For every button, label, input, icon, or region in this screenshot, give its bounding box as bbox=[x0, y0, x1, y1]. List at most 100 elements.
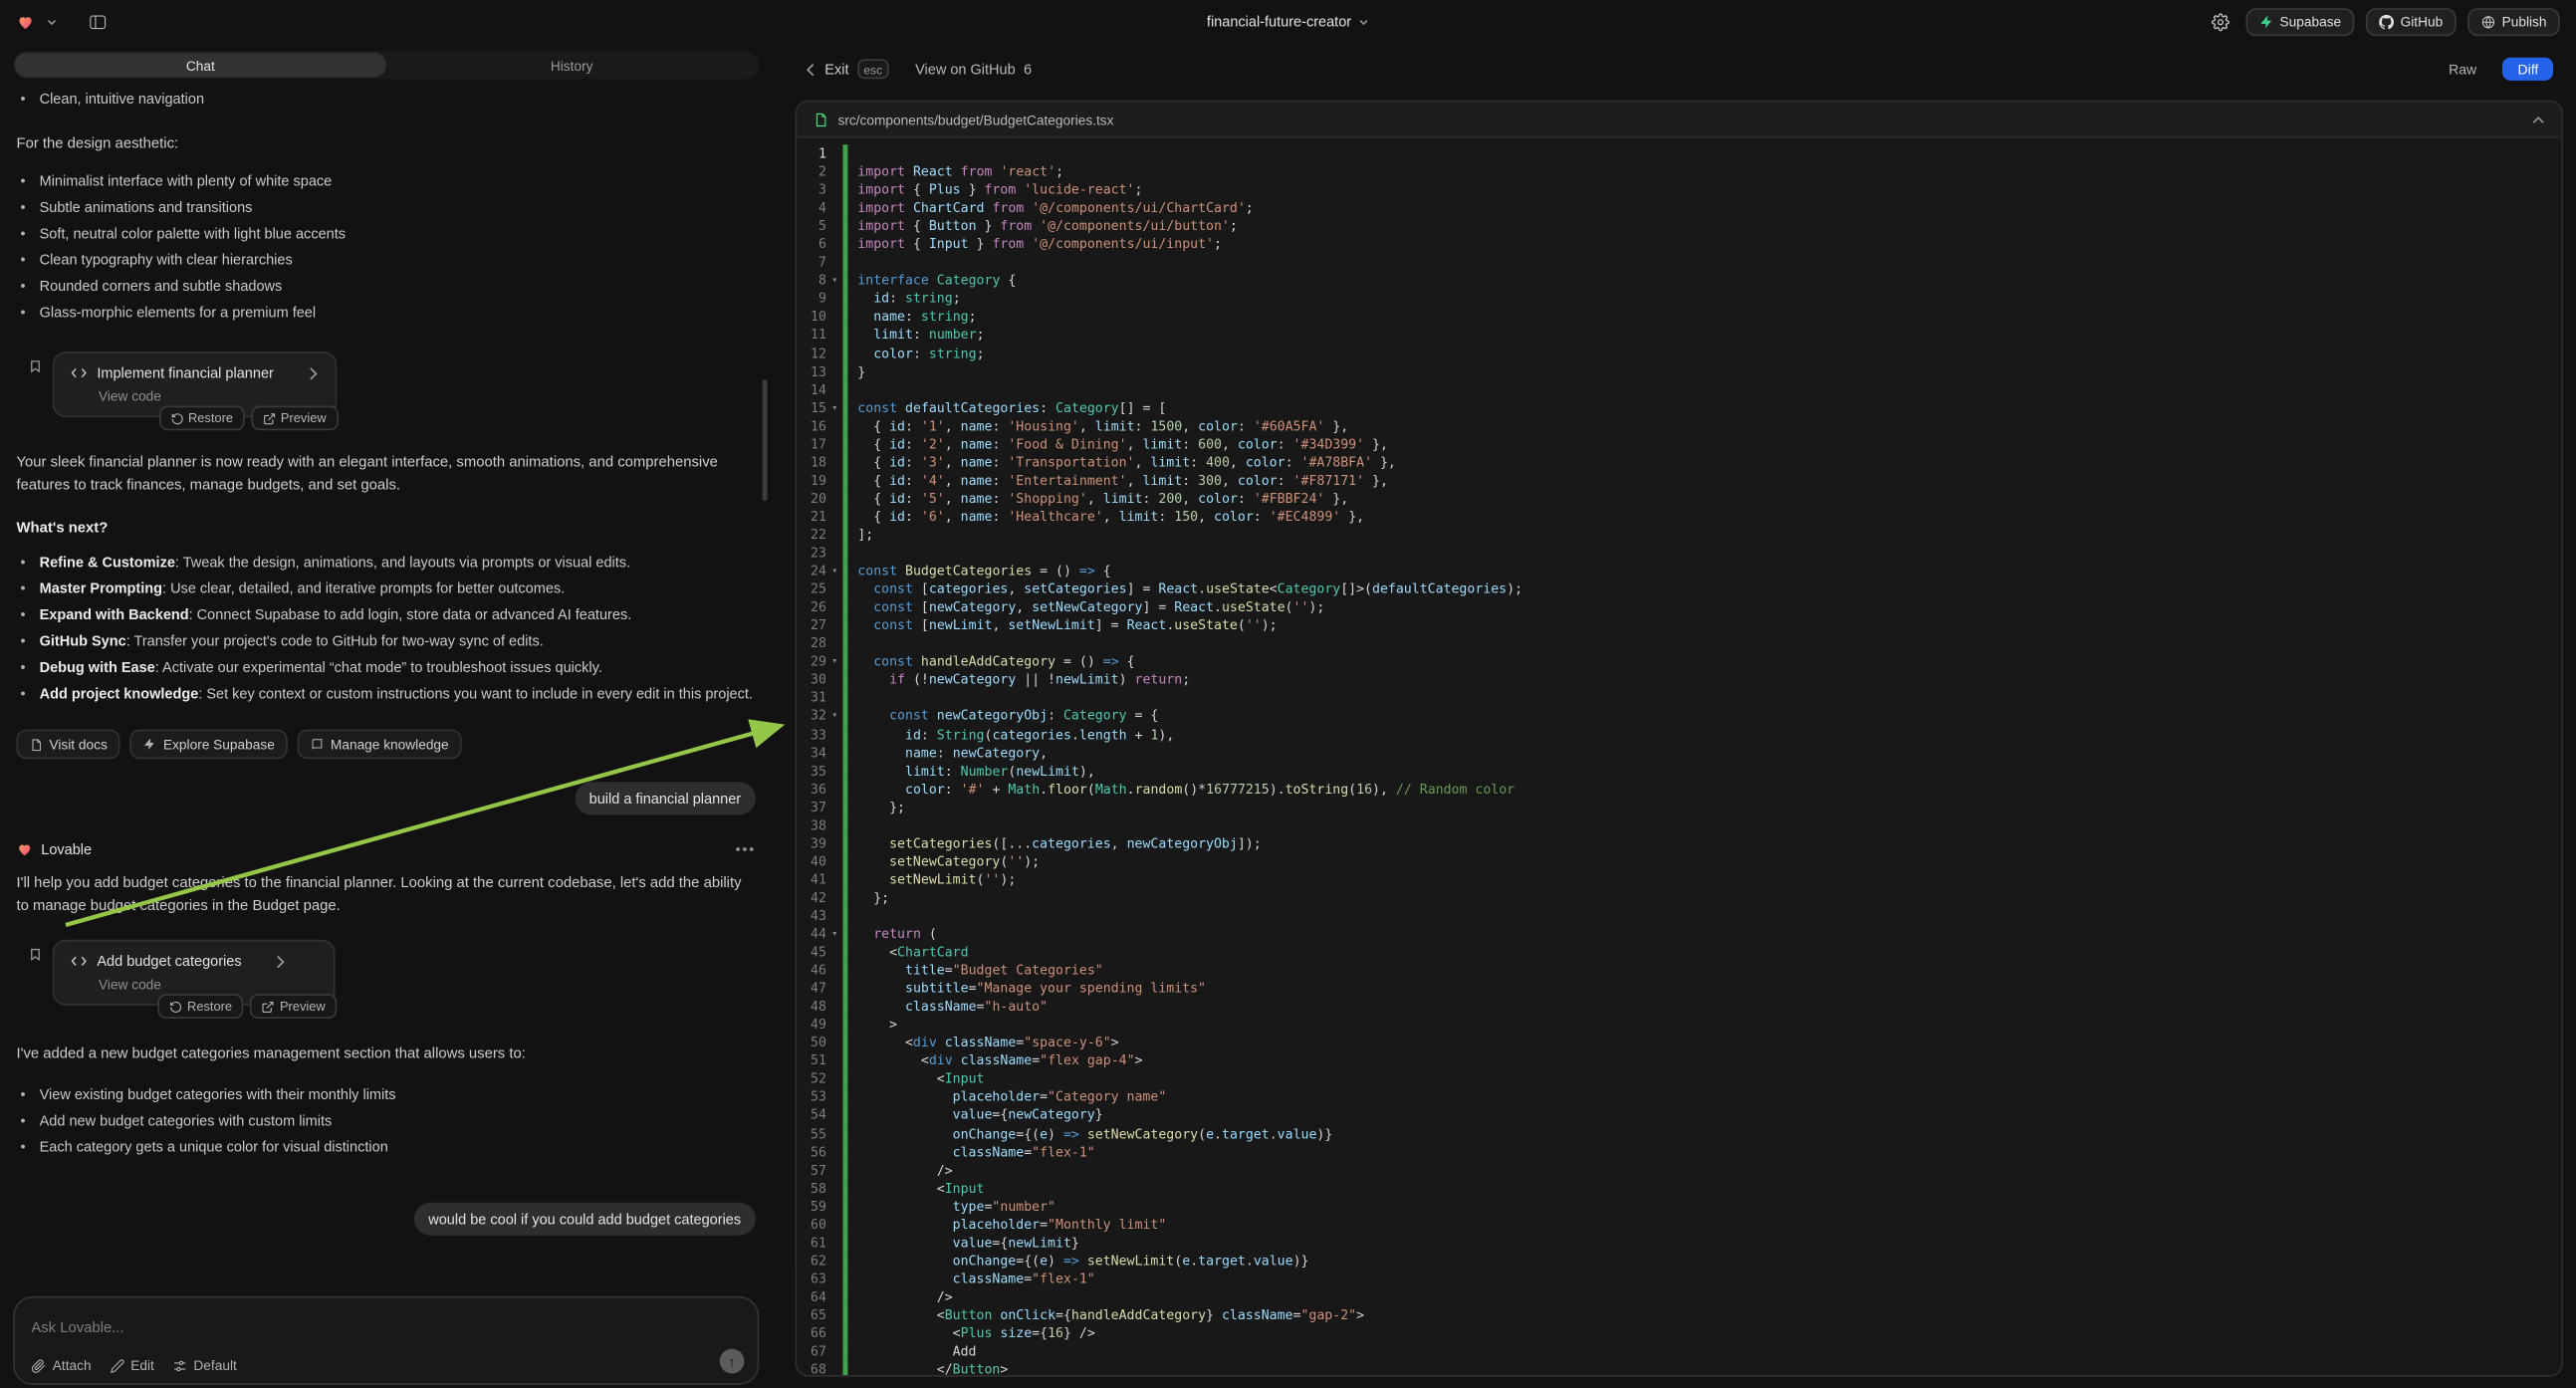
sliders-icon bbox=[172, 1358, 187, 1373]
more-options-icon[interactable]: ••• bbox=[735, 841, 756, 858]
fold-gutter bbox=[826, 580, 843, 598]
restore-button[interactable]: Restore bbox=[158, 406, 244, 431]
preview-button[interactable]: Preview bbox=[250, 994, 337, 1019]
list-item: •Master Prompting: Use clear, detailed, … bbox=[17, 576, 757, 601]
fold-chevron-icon[interactable]: ▾ bbox=[826, 653, 843, 671]
version-card-header[interactable]: Implement financial planner bbox=[71, 364, 318, 381]
version-card-header[interactable]: Add budget categories bbox=[71, 953, 317, 970]
code-line: 48 className="h-auto" bbox=[797, 998, 2561, 1016]
list-item-lead: GitHub Sync bbox=[40, 632, 126, 649]
visit-docs-button[interactable]: Visit docs bbox=[17, 730, 121, 760]
next-steps-list: •Refine & Customize: Tweak the design, a… bbox=[17, 549, 757, 706]
list-item-text: Glass-morphic elements for a premium fee… bbox=[40, 299, 756, 325]
line-number: 61 bbox=[797, 1234, 826, 1252]
user-message: would be cool if you could add budget ca… bbox=[17, 1203, 757, 1236]
chat-scrollbar[interactable] bbox=[763, 379, 768, 501]
code-line: 52 <Input bbox=[797, 1070, 2561, 1088]
list-item-text: GitHub Sync: Transfer your project's cod… bbox=[40, 627, 756, 653]
fold-gutter bbox=[826, 1161, 843, 1179]
attach-button[interactable]: Attach bbox=[31, 1357, 91, 1374]
supabase-icon bbox=[2258, 14, 2273, 29]
project-menu[interactable]: financial-future-creator bbox=[1207, 13, 1369, 30]
list-item: •Clean typography with clear hierarchies bbox=[17, 247, 757, 273]
line-number: 67 bbox=[797, 1342, 826, 1360]
fold-chevron-icon[interactable]: ▾ bbox=[826, 272, 843, 290]
quick-action-row: Visit docs Explore Supabase Manage knowl… bbox=[17, 730, 757, 760]
edit-button[interactable]: Edit bbox=[110, 1357, 154, 1374]
bullet-icon: • bbox=[17, 549, 30, 575]
fold-chevron-icon[interactable]: ▾ bbox=[826, 562, 843, 579]
code-text: Add bbox=[847, 1342, 976, 1360]
code-text: name: string; bbox=[847, 308, 976, 326]
publish-button[interactable]: Publish bbox=[2467, 7, 2560, 35]
manage-knowledge-button[interactable]: Manage knowledge bbox=[298, 730, 462, 760]
restore-button[interactable]: Restore bbox=[157, 994, 243, 1019]
fold-chevron-icon[interactable]: ▾ bbox=[826, 398, 843, 416]
topbar-right-group: Supabase GitHub Publish bbox=[2211, 7, 2559, 35]
code-line: 4import ChartCard from '@/components/ui/… bbox=[797, 199, 2561, 217]
code-line: 12 color: string; bbox=[797, 345, 2561, 362]
code-line: 31 bbox=[797, 689, 2561, 707]
code-text: <Input bbox=[847, 1070, 984, 1088]
explore-supabase-button[interactable]: Explore Supabase bbox=[130, 730, 288, 760]
bullet-icon: • bbox=[17, 167, 30, 193]
fold-gutter bbox=[826, 980, 843, 998]
code-editor[interactable]: 12import React from 'react';3import { Pl… bbox=[797, 138, 2561, 1375]
user-message: build a financial planner bbox=[17, 782, 757, 814]
view-code-link[interactable]: View code bbox=[99, 387, 318, 404]
code-line: 42 }; bbox=[797, 889, 2561, 907]
default-mode-selector[interactable]: Default bbox=[172, 1357, 237, 1374]
bookmark-icon[interactable] bbox=[28, 358, 43, 375]
send-button[interactable]: ↑ bbox=[720, 1349, 745, 1374]
line-number: 56 bbox=[797, 1143, 826, 1161]
tab-history[interactable]: History bbox=[386, 53, 758, 78]
list-item-text: View existing budget categories with the… bbox=[40, 1081, 756, 1107]
preview-button[interactable]: Preview bbox=[251, 406, 338, 431]
list-item-text: Debug with Ease: Activate our experiment… bbox=[40, 654, 756, 680]
exit-button[interactable]: Exit esc bbox=[806, 59, 889, 79]
line-number: 16 bbox=[797, 417, 826, 435]
view-on-github-link[interactable]: View on GitHub 6 bbox=[915, 61, 1032, 77]
user-message-bubble: would be cool if you could add budget ca… bbox=[413, 1203, 756, 1236]
fold-chevron-icon[interactable]: ▾ bbox=[826, 925, 843, 943]
fold-gutter bbox=[826, 780, 843, 798]
fold-gutter bbox=[826, 798, 843, 815]
code-line: 16 { id: '1', name: 'Housing', limit: 15… bbox=[797, 417, 2561, 435]
bookmark-icon[interactable] bbox=[28, 946, 43, 963]
ask-lovable-input[interactable] bbox=[31, 1319, 598, 1336]
file-header[interactable]: src/components/budget/BudgetCategories.t… bbox=[797, 102, 2561, 137]
lovable-logo-heart-icon[interactable] bbox=[17, 12, 35, 30]
workspace-chevron-down-icon[interactable] bbox=[46, 16, 58, 28]
list-item: •Add new budget categories with custom l… bbox=[17, 1107, 757, 1133]
fold-chevron-icon[interactable]: ▾ bbox=[826, 707, 843, 725]
settings-gear-icon[interactable] bbox=[2211, 12, 2228, 30]
tab-chat[interactable]: Chat bbox=[15, 53, 386, 78]
supabase-button[interactable]: Supabase bbox=[2245, 7, 2355, 35]
view-code-link[interactable]: View code bbox=[99, 976, 317, 993]
code-text: const [newCategory, setNewCategory] = Re… bbox=[847, 598, 1324, 616]
heart-icon bbox=[17, 841, 34, 858]
fold-gutter bbox=[826, 162, 843, 180]
github-button[interactable]: GitHub bbox=[2366, 7, 2456, 35]
code-text: { id: '6', name: 'Healthcare', limit: 15… bbox=[847, 508, 1364, 526]
line-number: 59 bbox=[797, 1197, 826, 1215]
fold-gutter bbox=[826, 1234, 843, 1252]
fold-gutter bbox=[826, 907, 843, 925]
code-line: 66 <Plus size={16} /> bbox=[797, 1324, 2561, 1342]
sidebar-toggle-icon[interactable] bbox=[89, 12, 107, 30]
fold-gutter bbox=[826, 1034, 843, 1051]
line-number: 25 bbox=[797, 580, 826, 598]
assistant-name: Lovable bbox=[41, 841, 92, 858]
external-link-icon bbox=[263, 411, 276, 424]
code-text: <Button onClick={handleAddCategory} clas… bbox=[847, 1306, 1364, 1324]
code-line: 43 bbox=[797, 907, 2561, 925]
diff-toggle-button[interactable]: Diff bbox=[2503, 58, 2554, 81]
collapse-chevron-up-icon[interactable] bbox=[2532, 115, 2545, 124]
line-number: 50 bbox=[797, 1034, 826, 1051]
code-text bbox=[847, 816, 857, 834]
raw-toggle-button[interactable]: Raw bbox=[2439, 58, 2486, 81]
bullet-icon: • bbox=[17, 86, 30, 112]
list-item-lead: Debug with Ease bbox=[40, 659, 155, 676]
code-line: 25 const [categories, setCategories] = R… bbox=[797, 580, 2561, 598]
code-line: 50 <div className="space-y-6"> bbox=[797, 1034, 2561, 1051]
